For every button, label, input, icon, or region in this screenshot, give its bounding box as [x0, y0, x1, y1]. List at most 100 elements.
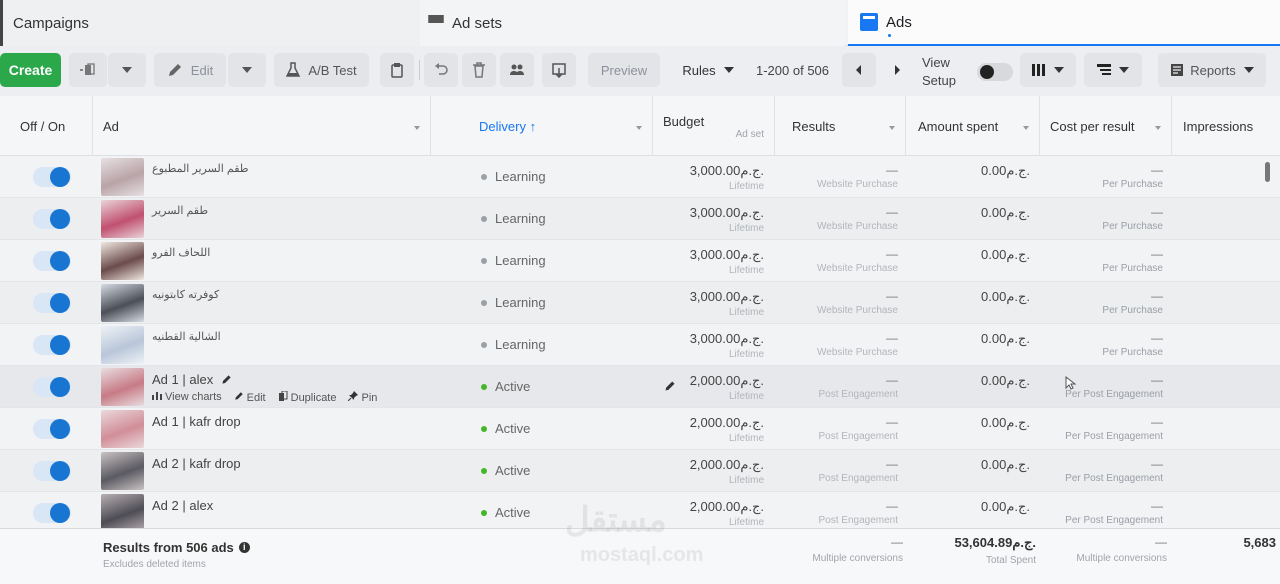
totals-cpr: — Multiple conversions — [1044, 535, 1167, 564]
ad-status-toggle[interactable] — [33, 293, 71, 313]
ad-name[interactable]: Ad 2 | kafr drop — [152, 456, 241, 471]
view-setup-toggle[interactable] — [977, 63, 1013, 81]
ad-name-text: Ad 2 | kafr drop — [152, 456, 241, 471]
ad-name[interactable]: Ad 1 | kafr drop — [152, 414, 241, 429]
table-row[interactable]: كوفرته كابتونيه Learning 3,000.00ج.م. Li… — [0, 282, 1280, 324]
col-amount-spent[interactable]: Amount spent — [906, 96, 1040, 156]
results-type: Website Purchase — [817, 221, 898, 232]
amount-spent-cell: 0.00ج.م. — [906, 457, 1030, 473]
ad-name[interactable]: طقم السرير — [152, 204, 208, 217]
budget-cell[interactable]: 3,000.00ج.م. Lifetime — [644, 331, 764, 360]
ad-thumbnail[interactable] — [101, 452, 144, 490]
ad-status-toggle[interactable] — [33, 335, 71, 355]
tab-campaigns[interactable]: Campaigns — [0, 0, 420, 46]
tab-ads[interactable]: Ads — [848, 0, 1280, 46]
ad-status-toggle[interactable] — [33, 167, 71, 187]
cpr-value: — — [1151, 289, 1163, 303]
ad-name[interactable]: كوفرته كابتونيه — [152, 288, 219, 301]
create-label: Create — [8, 62, 53, 78]
ab-test-button[interactable]: A/B Test — [274, 53, 369, 87]
amount-spent-value: 0.00ج.م. — [981, 331, 1030, 346]
reports-button[interactable]: Reports — [1158, 53, 1266, 87]
columns-button[interactable] — [1020, 53, 1076, 87]
table-row[interactable]: Ad 1 | alex View charts Edit Duplicate P… — [0, 366, 1280, 408]
ad-thumbnail[interactable] — [101, 158, 144, 196]
budget-cell[interactable]: 2,000.00ج.م. Lifetime — [644, 415, 764, 444]
budget-cell[interactable]: 3,000.00ج.م. Lifetime — [644, 205, 764, 234]
view-charts-link[interactable]: View charts — [152, 391, 222, 404]
ad-status-toggle[interactable] — [33, 251, 71, 271]
edit-dropdown[interactable] — [228, 53, 266, 87]
ad-thumbnail[interactable] — [101, 326, 144, 364]
undo-button[interactable] — [424, 53, 458, 87]
next-page-button[interactable] — [880, 53, 914, 87]
col-budget[interactable]: Budget Ad set — [653, 96, 775, 156]
export-button[interactable] — [542, 53, 576, 87]
budget-value: 3,000.00ج.م. — [689, 163, 764, 178]
rules-label: Rules — [682, 62, 716, 78]
col-off-on[interactable]: Off / On — [0, 96, 93, 156]
vertical-scrollbar[interactable] — [1265, 162, 1270, 182]
budget-cell[interactable]: 3,000.00ج.م. Lifetime — [644, 289, 764, 318]
col-results[interactable]: Results — [775, 96, 906, 156]
ad-name[interactable]: الشالية القطنيه — [152, 330, 221, 343]
rules-dropdown[interactable]: Rules — [670, 53, 746, 87]
edit-link[interactable]: Edit — [234, 391, 266, 404]
clipboard-button[interactable] — [380, 53, 414, 87]
ad-thumbnail[interactable] — [101, 284, 144, 322]
duplicate-dropdown[interactable] — [108, 53, 146, 87]
tab-adsets[interactable]: Ad sets — [420, 0, 845, 46]
budget-cell[interactable]: 3,000.00ج.م. Lifetime — [644, 163, 764, 192]
ad-status-toggle[interactable] — [33, 461, 71, 481]
budget-cell[interactable]: 3,000.00ج.م. Lifetime — [644, 247, 764, 276]
preview-button[interactable]: Preview — [588, 53, 660, 87]
delete-button[interactable] — [462, 53, 496, 87]
ad-name[interactable]: Ad 1 | alex — [152, 372, 232, 387]
cpr-type: Per Purchase — [1102, 347, 1163, 358]
ad-name-text: Ad 1 | kafr drop — [152, 414, 241, 429]
clipboard-icon — [391, 63, 403, 78]
info-icon[interactable]: i — [238, 542, 250, 553]
previous-page-button[interactable] — [842, 53, 876, 87]
table-row[interactable]: Ad 2 | kafr drop Active 2,000.00ج.م. Lif… — [0, 450, 1280, 492]
col-cost-per-result[interactable]: Cost per result — [1040, 96, 1172, 156]
table-row[interactable]: اللحاف الفرو Learning 3,000.00ج.م. Lifet… — [0, 240, 1280, 282]
ad-thumbnail[interactable] — [101, 368, 144, 406]
totals-label-text: Results from 506 ads — [103, 540, 234, 555]
ad-thumbnail[interactable] — [101, 494, 144, 532]
col-budget-sub: Ad set — [735, 129, 764, 140]
audience-button[interactable] — [500, 53, 534, 87]
breakdown-button[interactable] — [1084, 53, 1142, 87]
ad-name[interactable]: Ad 2 | alex — [152, 498, 213, 513]
ad-name[interactable]: اللحاف الفرو — [152, 246, 210, 259]
col-ad[interactable]: Ad — [93, 96, 431, 156]
tab-ads-indicator — [888, 34, 891, 37]
ad-status-toggle[interactable] — [33, 377, 71, 397]
ad-name[interactable]: طقم السرير المطبوع — [152, 162, 249, 175]
ad-status-toggle[interactable] — [33, 503, 71, 523]
cpr-value: — — [1151, 499, 1163, 513]
table-row[interactable]: طقم السرير Learning 3,000.00ج.م. Lifetim… — [0, 198, 1280, 240]
delivery-status: Active — [481, 379, 530, 394]
pencil-icon[interactable] — [221, 374, 232, 385]
pin-link[interactable]: Pin — [348, 391, 377, 404]
edit-button[interactable]: Edit — [154, 53, 226, 87]
ad-thumbnail[interactable] — [101, 242, 144, 280]
col-impressions[interactable]: Impressions — [1172, 96, 1280, 156]
col-budget-label: Budget — [663, 114, 705, 129]
duplicate-icon — [278, 390, 288, 401]
table-row[interactable]: Ad 1 | kafr drop Active 2,000.00ج.م. Lif… — [0, 408, 1280, 450]
table-row[interactable]: الشالية القطنيه Learning 3,000.00ج.م. Li… — [0, 324, 1280, 366]
ad-status-toggle[interactable] — [33, 209, 71, 229]
ad-status-toggle[interactable] — [33, 419, 71, 439]
budget-cell[interactable]: 2,000.00ج.م. Lifetime — [644, 373, 764, 402]
table-row[interactable]: طقم السرير المطبوع Learning 3,000.00ج.م.… — [0, 156, 1280, 198]
duplicate-button[interactable] — [69, 53, 107, 87]
ad-thumbnail[interactable] — [101, 410, 144, 448]
totals-amount-sub: Total Spent — [985, 555, 1036, 566]
col-delivery[interactable]: Delivery ↑ — [431, 96, 653, 156]
ad-thumbnail[interactable] — [101, 200, 144, 238]
create-button[interactable]: Create — [0, 53, 61, 87]
budget-cell[interactable]: 2,000.00ج.م. Lifetime — [644, 457, 764, 486]
duplicate-link[interactable]: Duplicate — [278, 390, 336, 404]
